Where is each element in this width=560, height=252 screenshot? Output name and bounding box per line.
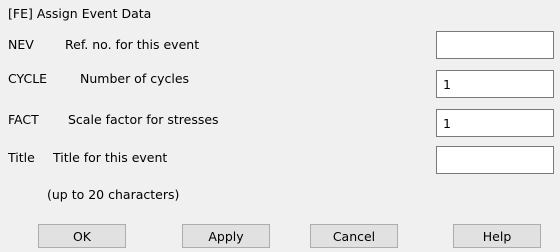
nev-description-label: Ref. no. for this event [65,37,200,52]
title-description-label: Title for this event [53,150,168,165]
help-button[interactable]: Help [453,224,541,248]
cancel-button[interactable]: Cancel [310,224,398,248]
title-length-note: (up to 20 characters) [47,187,180,202]
cycle-description-label: Number of cycles [80,71,190,86]
nev-input[interactable] [436,31,554,59]
title-input[interactable] [436,146,554,174]
ok-button[interactable]: OK [38,224,126,248]
cycle-name-label: CYCLE [8,71,48,86]
fact-description-label: Scale factor for stresses [68,112,219,127]
fact-input[interactable] [436,109,554,137]
assign-event-data-dialog: [FE] Assign Event Data NEV Ref. no. for … [0,0,560,252]
cycle-input[interactable] [436,70,554,98]
title-name-label: Title [8,150,35,165]
nev-name-label: NEV [8,37,34,52]
apply-button[interactable]: Apply [182,224,270,248]
dialog-title: [FE] Assign Event Data [8,6,152,21]
fact-name-label: FACT [8,112,39,127]
